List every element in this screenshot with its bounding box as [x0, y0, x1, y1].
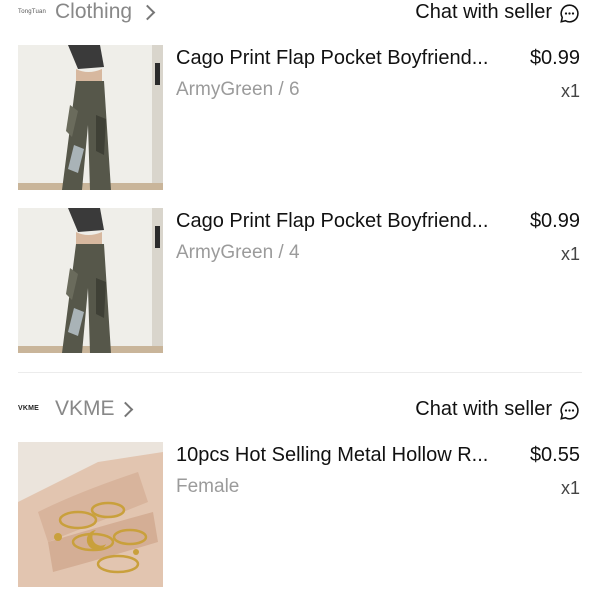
- product-variant: Female: [176, 476, 240, 497]
- chat-bubble-icon[interactable]: [559, 400, 580, 421]
- chevron-right-icon[interactable]: [139, 4, 156, 21]
- product-thumbnail[interactable]: [18, 208, 163, 353]
- product-thumbnail[interactable]: [18, 45, 163, 190]
- product-thumbnail[interactable]: [18, 442, 163, 587]
- store-name-link[interactable]: Clothing: [55, 0, 132, 24]
- product-price: $0.99: [529, 47, 580, 69]
- product-title[interactable]: Cago Print Flap Pocket Boyfriend...: [176, 210, 488, 233]
- store-logo: TongTuan: [18, 9, 47, 15]
- product-variant: ArmyGreen / 6: [176, 79, 300, 100]
- product-quantity: x1: [560, 244, 580, 264]
- order-item[interactable]: 10pcs Hot Selling Metal Hollow R... $0.5…: [0, 442, 600, 590]
- product-title[interactable]: 10pcs Hot Selling Metal Hollow R...: [176, 444, 488, 467]
- order-item[interactable]: Cago Print Flap Pocket Boyfriend... $0.9…: [0, 208, 600, 356]
- product-price: $0.55: [529, 444, 580, 466]
- store-logo: VKME: [18, 405, 40, 412]
- chevron-right-icon[interactable]: [117, 401, 134, 418]
- chat-with-seller-link[interactable]: Chat with seller: [415, 1, 552, 24]
- product-title[interactable]: Cago Print Flap Pocket Boyfriend...: [176, 47, 488, 70]
- product-quantity: x1: [560, 478, 580, 498]
- section-divider: [18, 372, 582, 373]
- store-header-vkme: VKME VKME Chat with seller: [0, 396, 600, 436]
- store-name-link[interactable]: VKME: [55, 397, 115, 421]
- product-variant: ArmyGreen / 4: [176, 242, 300, 263]
- chat-bubble-icon[interactable]: [559, 3, 580, 24]
- product-quantity: x1: [560, 81, 580, 101]
- product-price: $0.99: [529, 210, 580, 232]
- order-item[interactable]: Cago Print Flap Pocket Boyfriend... $0.9…: [0, 45, 600, 193]
- chat-with-seller-link[interactable]: Chat with seller: [415, 398, 552, 421]
- store-header-clothing: TongTuan Clothing Chat with seller: [0, 0, 600, 40]
